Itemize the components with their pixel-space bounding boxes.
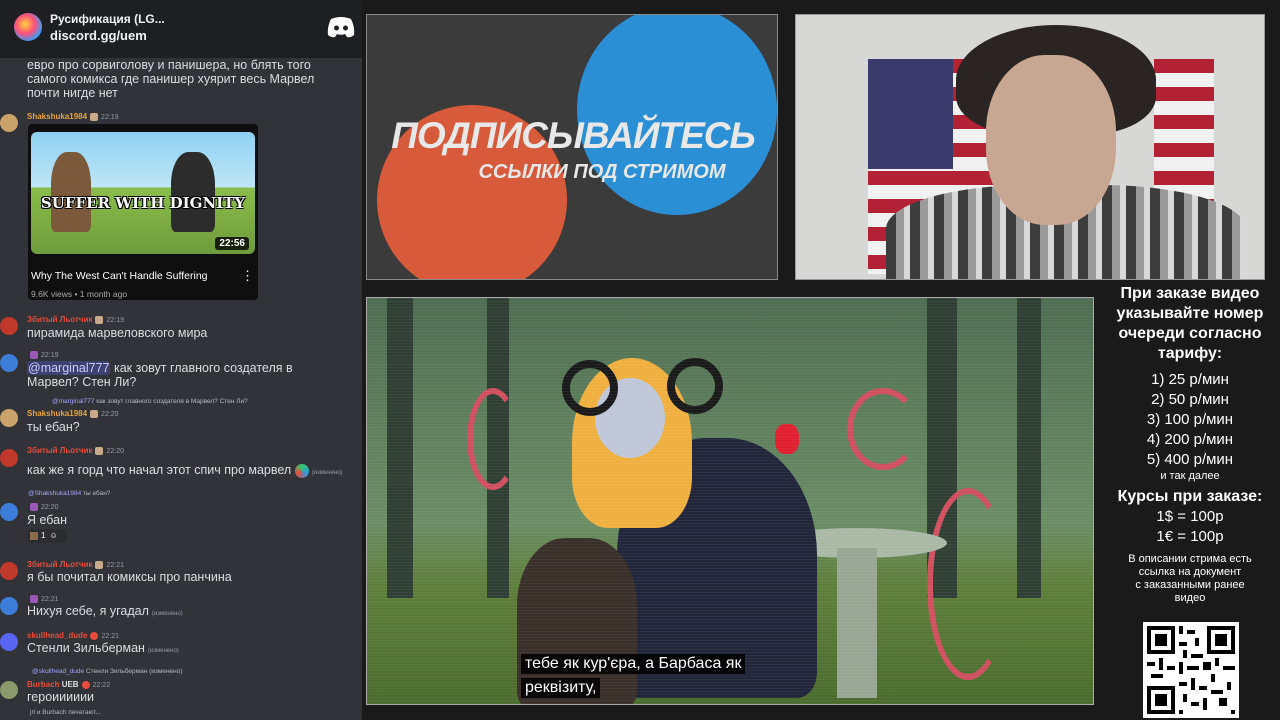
subtitle-line: реквізиту, xyxy=(521,678,601,698)
message-text: пирамида марвеловского мира xyxy=(27,326,208,340)
server-invite-link[interactable]: discord.gg/uem xyxy=(50,28,147,43)
description-note: видео xyxy=(1174,592,1206,604)
avatar[interactable] xyxy=(0,317,18,335)
promo-banner: ПОДПИСЫВАЙТЕСЬ ССЫЛКИ ПОД СТРИМОМ xyxy=(366,14,778,280)
rates-heading: Курсы при заказе: xyxy=(1117,488,1263,505)
message-text: евро про сорвиголову и панишера, но блят… xyxy=(27,58,315,100)
avatar[interactable] xyxy=(0,562,18,580)
qr-code xyxy=(1143,622,1239,718)
emoji-icon: ☺ xyxy=(49,531,58,540)
username[interactable]: Збитый Льотчик 22:21 xyxy=(27,560,124,569)
avatar[interactable] xyxy=(0,409,18,427)
message-text: героииииии xyxy=(27,690,95,704)
more-options-icon[interactable]: ⋮ xyxy=(241,268,254,284)
info-heading: очереди согласно xyxy=(1118,325,1262,342)
avatar[interactable] xyxy=(0,633,18,651)
chat-header: Русификация (LG... discord.gg/uem xyxy=(0,0,362,58)
typing-indicator: jrl и Burbach печатают... xyxy=(30,709,102,716)
video-player[interactable]: тебе як кур'єра, а Барбаса як реквізиту, xyxy=(366,297,1094,705)
tariff-item: 2) 50 р/мин xyxy=(1151,391,1229,408)
tariff-item: 5) 400 р/мин xyxy=(1146,451,1234,468)
avatar[interactable] xyxy=(0,449,18,467)
video-duration: 22:56 xyxy=(215,237,249,250)
username[interactable]: Shakshuka1984 22:19 xyxy=(27,112,119,121)
message-text: @marginal777 как зовут главного создател… xyxy=(27,361,293,389)
reaction[interactable]: 1 ☺ xyxy=(27,529,67,543)
video-meta: 9.6K views • 1 month ago xyxy=(31,289,128,299)
video-title[interactable]: Why The West Can't Handle Suffering xyxy=(31,270,208,282)
thumbnail-caption: SUFFER WITH DIGNITY xyxy=(40,194,246,212)
description-note: В описании стрима есть xyxy=(1128,553,1252,565)
subtitle-line: тебе як кур'єра, а Барбаса як xyxy=(521,654,746,674)
server-icon xyxy=(14,13,42,41)
emoji-icon xyxy=(294,463,309,478)
info-heading: При заказе видео xyxy=(1120,285,1260,302)
username[interactable]: skullhead_dude 22:21 xyxy=(27,631,119,640)
username[interactable]: Burbach UEB 22:22 xyxy=(27,680,110,689)
message-text: я бы почитал комиксы про панчина xyxy=(27,570,232,584)
webcam-feed xyxy=(795,14,1265,280)
avatar[interactable] xyxy=(0,597,18,615)
username[interactable]: Shakshuka1984 22:20 xyxy=(27,409,119,418)
description-note: с заказанными ранее xyxy=(1135,579,1245,591)
avatar[interactable] xyxy=(0,681,18,699)
rate-item: 1$ = 100р xyxy=(1156,508,1224,525)
promo-subtitle: ССЫЛКИ ПОД СТРИМОМ xyxy=(478,161,726,183)
promo-title: ПОДПИСЫВАЙТЕСЬ xyxy=(391,115,755,156)
reply-preview[interactable]: @marginal777 как зовут главного создател… xyxy=(52,398,248,405)
username[interactable]: 22:20 xyxy=(27,502,59,511)
youtube-embed[interactable]: SUFFER WITH DIGNITY 22:56 Why The West C… xyxy=(28,124,258,300)
username[interactable]: Збитый Льотчик 22:19 xyxy=(27,315,124,324)
video-thumbnail[interactable]: SUFFER WITH DIGNITY 22:56 xyxy=(31,132,255,254)
avatar[interactable] xyxy=(0,503,18,521)
username[interactable]: 22:19 xyxy=(27,350,59,359)
message-text: ты ебан? xyxy=(27,420,80,434)
info-heading: тарифу: xyxy=(1157,345,1223,362)
message-text: Я ебан xyxy=(27,513,68,527)
discord-logo-icon xyxy=(327,17,355,38)
username[interactable]: 22:21 xyxy=(27,594,59,603)
info-heading: указывайте номер xyxy=(1116,305,1264,322)
avatar[interactable] xyxy=(0,354,18,372)
streamer-face xyxy=(986,55,1116,225)
username[interactable]: Збитый Льотчик 22:20 xyxy=(27,446,124,455)
tariff-item: 4) 200 р/мин xyxy=(1146,431,1234,448)
server-name: Русификация (LG... xyxy=(50,12,165,26)
avatar[interactable] xyxy=(0,114,18,132)
message-text: как же я горд что начал этот спич про ма… xyxy=(27,463,343,478)
chat-panel: Русификация (LG... discord.gg/uem евро п… xyxy=(0,0,362,720)
tariff-item: 1) 25 р/мин xyxy=(1151,371,1229,388)
reply-preview[interactable]: @skullhead_dude Стенли Зильберман (измен… xyxy=(32,668,183,675)
reply-preview[interactable]: @Shakshuka1984 ты ебан? xyxy=(28,490,110,497)
message-text: Стенли Зильберман (изменено) xyxy=(27,641,179,655)
description-note: ссылка на документ xyxy=(1138,566,1242,578)
message-text: Нихуя себе, я угадал (изменено) xyxy=(27,604,183,618)
user-mention[interactable]: @marginal777 xyxy=(27,361,111,375)
order-info-panel: При заказе видео указывайте номер очеред… xyxy=(1100,284,1280,605)
rate-item: 1€ = 100р xyxy=(1156,528,1224,545)
video-frame xyxy=(367,298,1093,704)
tariff-item: 3) 100 р/мин xyxy=(1146,411,1234,428)
and-more-note: и так далее xyxy=(1160,470,1220,482)
